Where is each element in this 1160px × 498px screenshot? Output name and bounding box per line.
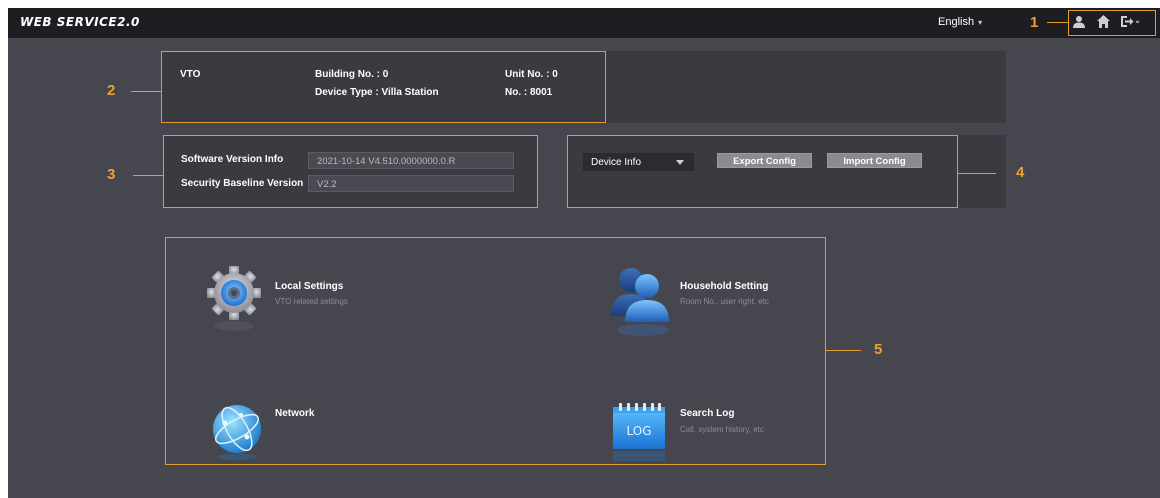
search-log-subtitle: Call, system history, etc bbox=[680, 425, 764, 434]
log-icon-text: LOG bbox=[626, 424, 651, 438]
software-version-field: 2021-10-14 V4.510.0000000.0.R bbox=[308, 152, 514, 169]
local-settings-title: Local Settings bbox=[275, 281, 344, 292]
globe-icon bbox=[213, 405, 261, 461]
chevron-down-icon bbox=[676, 160, 684, 165]
software-version-label: Software Version Info bbox=[181, 154, 284, 165]
callout-line-3 bbox=[133, 175, 163, 176]
callout-number-3: 3 bbox=[107, 166, 116, 183]
device-name: VTO bbox=[180, 69, 201, 80]
security-baseline-label: Security Baseline Version bbox=[181, 178, 304, 189]
building-number: Building No. : 0 bbox=[315, 69, 389, 80]
config-type-select[interactable]: Device Info bbox=[583, 153, 694, 171]
language-label: English bbox=[938, 16, 975, 28]
callout-box-1 bbox=[1068, 10, 1156, 36]
callout-box-3 bbox=[163, 135, 538, 208]
callout-number-4: 4 bbox=[1016, 164, 1025, 181]
export-config-button[interactable]: Export Config bbox=[717, 153, 812, 168]
users-icon bbox=[611, 268, 669, 336]
callout-line-4 bbox=[958, 173, 996, 174]
device-number: No. : 8001 bbox=[505, 87, 553, 98]
import-config-button[interactable]: Import Config bbox=[827, 153, 922, 168]
app-logo: WEB SERVICE2.0 bbox=[20, 15, 140, 29]
config-type-value: Device Info bbox=[591, 157, 642, 168]
local-settings-subtitle: VTO related settings bbox=[275, 297, 348, 306]
gear-icon bbox=[207, 266, 261, 331]
device-type: Device Type : Villa Station bbox=[315, 87, 439, 98]
network-title: Network bbox=[275, 408, 315, 419]
household-setting-title: Household Setting bbox=[680, 281, 769, 292]
callout-number-1: 1 bbox=[1030, 14, 1039, 31]
security-baseline-field: V2.2 bbox=[308, 175, 514, 192]
language-select[interactable]: English ▾ bbox=[938, 16, 982, 28]
callout-line-1 bbox=[1047, 22, 1068, 23]
web-service-window: WEB SERVICE2.0 English ▾ 1 2 VTO Building… bbox=[8, 8, 1160, 498]
callout-number-2: 2 bbox=[107, 82, 116, 99]
top-bar: WEB SERVICE2.0 English ▾ bbox=[8, 8, 1160, 38]
callout-line-5 bbox=[826, 350, 861, 351]
search-log-title: Search Log bbox=[680, 408, 735, 419]
callout-box-4 bbox=[567, 135, 958, 208]
log-icon: LOG bbox=[613, 403, 665, 461]
unit-number: Unit No. : 0 bbox=[505, 69, 558, 80]
callout-number-5: 5 bbox=[874, 341, 883, 358]
chevron-down-icon: ▾ bbox=[978, 18, 983, 27]
callout-line-2 bbox=[131, 91, 161, 92]
household-setting-subtitle: Room No., user right, etc bbox=[680, 297, 769, 306]
